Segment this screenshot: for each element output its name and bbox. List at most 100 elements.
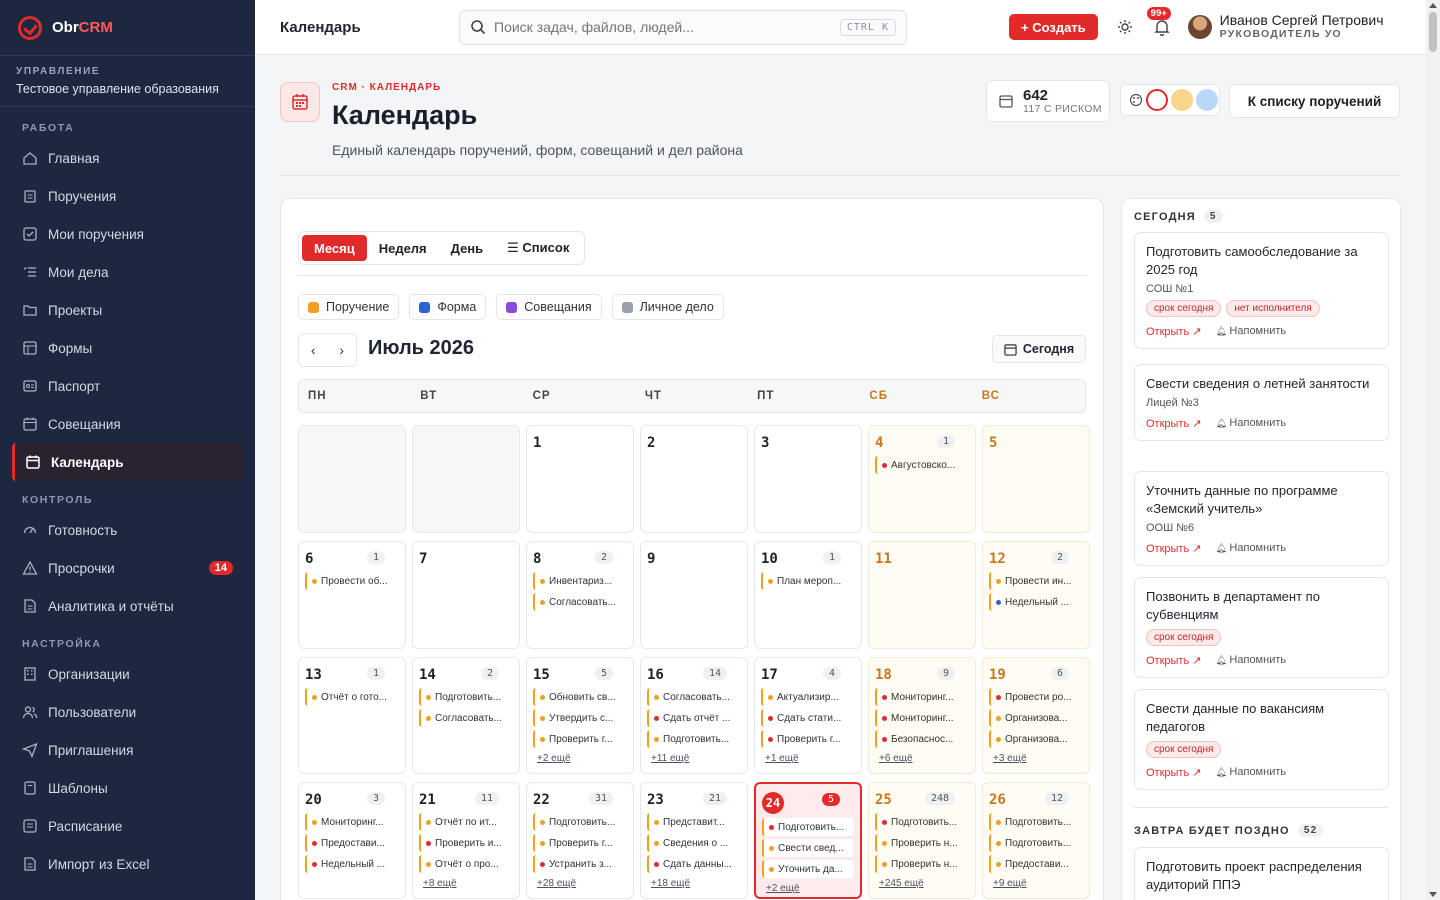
calendar-event[interactable]: Подготовить... xyxy=(989,813,1083,831)
sidebar-item-building[interactable]: Организации xyxy=(0,655,255,693)
calendar-day[interactable]: 2 xyxy=(640,425,748,533)
calendar-day[interactable]: 26 12 Подготовить... Подготовить... Предоста… xyxy=(982,782,1090,899)
calendar-event[interactable]: Сдать стати... xyxy=(761,709,855,727)
sidebar-item-folder[interactable]: Проекты xyxy=(0,291,255,329)
tasks-stat[interactable]: 642 117 С РИСКОМ xyxy=(986,80,1110,122)
next-month-chevron-right-icon[interactable]: › xyxy=(339,342,344,358)
calendar-day[interactable]: 22 31 Подготовить... Проверить г... Устранит… xyxy=(526,782,634,899)
calendar-event[interactable]: Проверить г... xyxy=(761,730,855,748)
calendar-day[interactable]: 8 2 Инвентариз... Согласовать... xyxy=(526,541,634,649)
more-events-link[interactable]: +11 ещё xyxy=(647,753,741,764)
calendar-day[interactable]: 18 9 Мониторинг... Мониторинг... Безопаснос.… xyxy=(868,657,976,774)
calendar-event[interactable]: Организова... xyxy=(989,709,1083,727)
calendar-event[interactable]: Организова... xyxy=(989,730,1083,748)
calendar-day[interactable]: 23 21 Представит... Сведения о ... Сдать дан… xyxy=(640,782,748,899)
sidebar-item-gauge[interactable]: Готовность xyxy=(0,511,255,549)
calendar-event[interactable]: Обновить св... xyxy=(533,688,627,706)
calendar-event[interactable]: Безопаснос... xyxy=(875,730,969,748)
calendar-event[interactable]: Подготовить... xyxy=(647,730,741,748)
sidebar-item-file[interactable]: Импорт из Excel xyxy=(0,845,255,883)
calendar-event[interactable]: Инвентариз... xyxy=(533,572,627,590)
calendar-event[interactable]: Отчёт о гото... xyxy=(305,688,399,706)
sidebar-item-clipboard[interactable]: Поручения xyxy=(0,177,255,215)
create-button[interactable]: + Создать xyxy=(1009,14,1098,40)
open-task-link[interactable]: Открыть ↗ xyxy=(1146,766,1201,779)
logo[interactable]: ObrCRM xyxy=(0,0,255,56)
calendar-day[interactable]: 19 6 Провести ро... Организова... Организова… xyxy=(982,657,1090,774)
today-task-card[interactable]: Уточнить данные по программе «Земский уч… xyxy=(1134,471,1389,566)
more-events-link[interactable]: +245 ещё xyxy=(875,878,969,889)
view-tab-2[interactable]: День xyxy=(439,235,496,261)
remind-link[interactable]: 🔔︎ Напомнить xyxy=(1215,417,1286,430)
calendar-event[interactable]: Согласовать... xyxy=(419,709,513,727)
legend-item[interactable]: Поручение xyxy=(298,294,400,320)
calendar-day[interactable]: 7 xyxy=(412,541,520,649)
calendar-day[interactable]: 24 5 Подготовить... Свести свед... Уточнить … xyxy=(754,782,862,899)
calendar-event[interactable]: Проверить г... xyxy=(533,834,627,852)
more-events-link[interactable]: +28 ещё xyxy=(533,878,627,889)
calendar-event[interactable]: Подготовить... xyxy=(989,834,1083,852)
calendar-day[interactable]: 16 14 Согласовать... Сдать отчёт ... Подгото… xyxy=(640,657,748,774)
sidebar-item-id-card[interactable]: Паспорт xyxy=(0,367,255,405)
calendar-event[interactable]: Отчёт о про... xyxy=(419,855,513,873)
calendar-event[interactable]: Устранить з... xyxy=(533,855,627,873)
calendar-event[interactable]: Августовско... xyxy=(875,456,969,474)
calendar-event[interactable]: Недельный ... xyxy=(305,855,399,873)
calendar-event[interactable]: Утвердить с... xyxy=(533,709,627,727)
today-task-card[interactable]: Подготовить самообследование за 2025 год… xyxy=(1134,232,1389,349)
calendar-event[interactable]: Представит... xyxy=(647,813,741,831)
open-task-link[interactable]: Открыть ↗ xyxy=(1146,325,1201,338)
prev-month-chevron-left-icon[interactable]: ‹ xyxy=(311,342,316,358)
calendar-event[interactable]: Предостави... xyxy=(989,855,1083,873)
calendar-event[interactable]: Согласовать... xyxy=(647,688,741,706)
calendar-event[interactable]: Уточнить да... xyxy=(762,860,854,878)
calendar-event[interactable]: Проверить н... xyxy=(875,855,969,873)
theme-white[interactable] xyxy=(1146,89,1168,111)
sidebar-item-calendar-meeting[interactable]: Совещания xyxy=(0,405,255,443)
calendar-day[interactable]: 13 1 Отчёт о гото... xyxy=(298,657,406,774)
sidebar-item-report[interactable]: Аналитика и отчёты xyxy=(0,587,255,625)
sidebar-item-warning[interactable]: Просрочки 14 xyxy=(0,549,255,587)
sidebar-item-check-square[interactable]: Мои поручения xyxy=(0,215,255,253)
page-scrollbar[interactable] xyxy=(1426,0,1440,900)
more-events-link[interactable]: +8 ещё xyxy=(419,878,513,889)
org-selector[interactable]: УПРАВЛЕНИЕ Тестовое управление образован… xyxy=(0,56,255,107)
legend-item[interactable]: Форма xyxy=(409,294,487,320)
calendar-day[interactable]: 3 xyxy=(754,425,862,533)
more-events-link[interactable]: +1 ещё xyxy=(761,753,855,764)
calendar-event[interactable]: Мониторинг... xyxy=(875,709,969,727)
open-task-link[interactable]: Открыть ↗ xyxy=(1146,417,1201,430)
calendar-day[interactable]: 5 xyxy=(982,425,1090,533)
notifications-bell-icon[interactable]: 99+ xyxy=(1146,7,1172,37)
user-avatar[interactable] xyxy=(1187,15,1212,39)
today-button[interactable]: Сегодня xyxy=(992,335,1086,363)
theme-toggle-sun-icon[interactable] xyxy=(1116,18,1134,36)
calendar-day[interactable]: 15 5 Обновить св... Утвердить с... Проверить… xyxy=(526,657,634,774)
calendar-day[interactable]: 20 3 Мониторинг... Предостави... Недельный .… xyxy=(298,782,406,899)
calendar-day[interactable]: 10 1 План мероп... xyxy=(754,541,862,649)
more-events-link[interactable]: +9 ещё xyxy=(989,878,1083,889)
sidebar-item-calendar[interactable]: Календарь xyxy=(12,443,243,481)
calendar-event[interactable]: Согласовать... xyxy=(533,593,627,611)
calendar-day[interactable]: 17 4 Актуализир... Сдать стати... Проверить … xyxy=(754,657,862,774)
view-tab-0[interactable]: Месяц xyxy=(302,235,367,261)
calendar-event[interactable]: Подготовить... xyxy=(875,813,969,831)
calendar-event[interactable]: Сдать данны... xyxy=(647,855,741,873)
sidebar-item-template[interactable]: Шаблоны xyxy=(0,769,255,807)
calendar-event[interactable]: Недельный ... xyxy=(989,593,1083,611)
sidebar-item-send[interactable]: Приглашения xyxy=(0,731,255,769)
calendar-event[interactable]: Проверить и... xyxy=(419,834,513,852)
back-to-tasks-button[interactable]: К списку поручений xyxy=(1229,84,1400,118)
view-tab-3[interactable]: ☰ Список xyxy=(495,235,581,261)
calendar-day[interactable]: 14 2 Подготовить... Согласовать... xyxy=(412,657,520,774)
view-tab-1[interactable]: Неделя xyxy=(367,235,439,261)
sidebar-item-home[interactable]: Главная xyxy=(0,139,255,177)
calendar-day[interactable]: 25 248 Подготовить... Проверить н... Провери… xyxy=(868,782,976,899)
calendar-event[interactable]: Провести ин... xyxy=(989,572,1083,590)
today-task-card[interactable]: Свести данные по вакансиям педагогов срок… xyxy=(1134,689,1389,790)
open-task-link[interactable]: Открыть ↗ xyxy=(1146,654,1201,667)
remind-link[interactable]: 🔔︎ Напомнить xyxy=(1215,766,1286,779)
today-task-card[interactable]: Свести сведения о летней занятости Лицей … xyxy=(1134,364,1389,441)
calendar-event[interactable]: Отчёт по ит... xyxy=(419,813,513,831)
search-input[interactable] xyxy=(494,19,840,35)
